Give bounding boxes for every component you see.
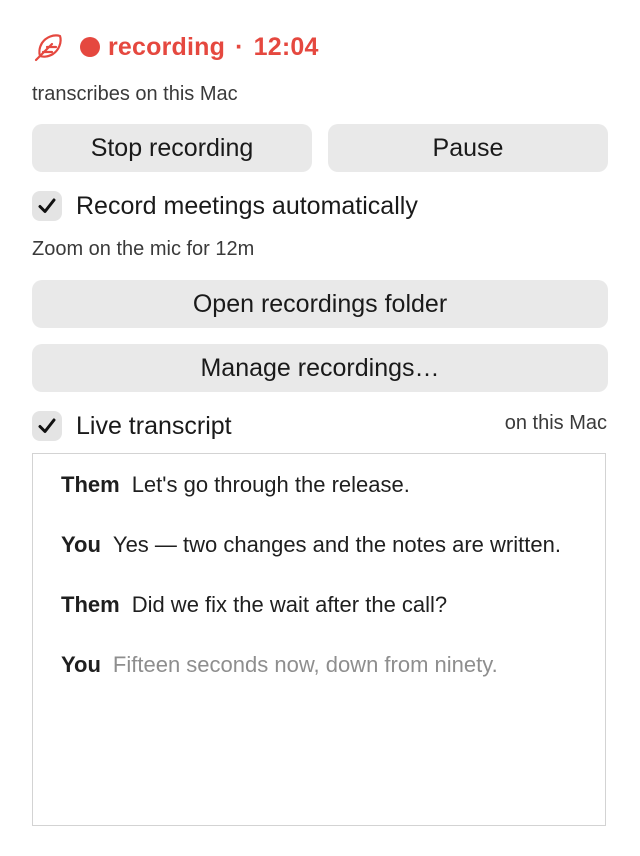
transcript-text: Let's go through the release. [131,472,410,497]
transcript-text-pending: Fifteen seconds now, down from ninety. [112,652,498,677]
recording-status: recording · 12:04 [80,33,319,62]
manage-recordings-button[interactable]: Manage recordings… [32,344,608,392]
speaker-label: You [61,652,101,677]
transcript-text: Did we fix the wait after the call? [131,592,448,617]
status-header: recording · 12:04 [32,28,319,66]
transcript-location: on this Mac [504,412,607,434]
pause-button[interactable]: Pause [328,124,608,172]
checkmark-icon [38,418,56,433]
auto-record-option[interactable]: Record meetings automatically [32,186,418,226]
recorder-panel: recording · 12:04 transcribes on this Ma… [0,0,640,856]
transcript-view[interactable]: Them Let's go through the release. You Yes… [32,453,606,826]
transcript-line: Them Did we fix the wait after the call? [61,590,577,620]
live-transcript-option[interactable]: Live transcript [32,406,232,446]
transcript-line: You Yes — two changes and the notes are w… [61,530,577,560]
open-recordings-folder-button[interactable]: Open recordings folder [32,280,608,328]
feather-icon [34,34,62,62]
transcript-line-pending: You Fifteen seconds now, down from ninety… [61,650,577,680]
auto-record-label: Record meetings automatically [76,191,418,220]
speaker-label: You [61,532,101,557]
status-separator: · [235,32,244,61]
record-dot-icon [80,37,100,57]
transcript-text: Yes — two changes and the notes are writ… [112,532,561,557]
speaker-label: Them [61,472,120,497]
mic-usage-note: Zoom on the mic for 12m [32,238,255,260]
auto-record-checkbox[interactable] [32,191,62,221]
stop-recording-button[interactable]: Stop recording [32,124,312,172]
elapsed-time: 12:04 [253,32,319,61]
live-transcript-checkbox[interactable] [32,411,62,441]
checkmark-icon [38,198,56,213]
transcript-line: Them Let's go through the release. [61,470,577,500]
speaker-label: Them [61,592,120,617]
subtitle: transcribes on this Mac [32,83,238,105]
live-transcript-label: Live transcript [76,411,232,440]
status-word: recording [108,32,226,61]
